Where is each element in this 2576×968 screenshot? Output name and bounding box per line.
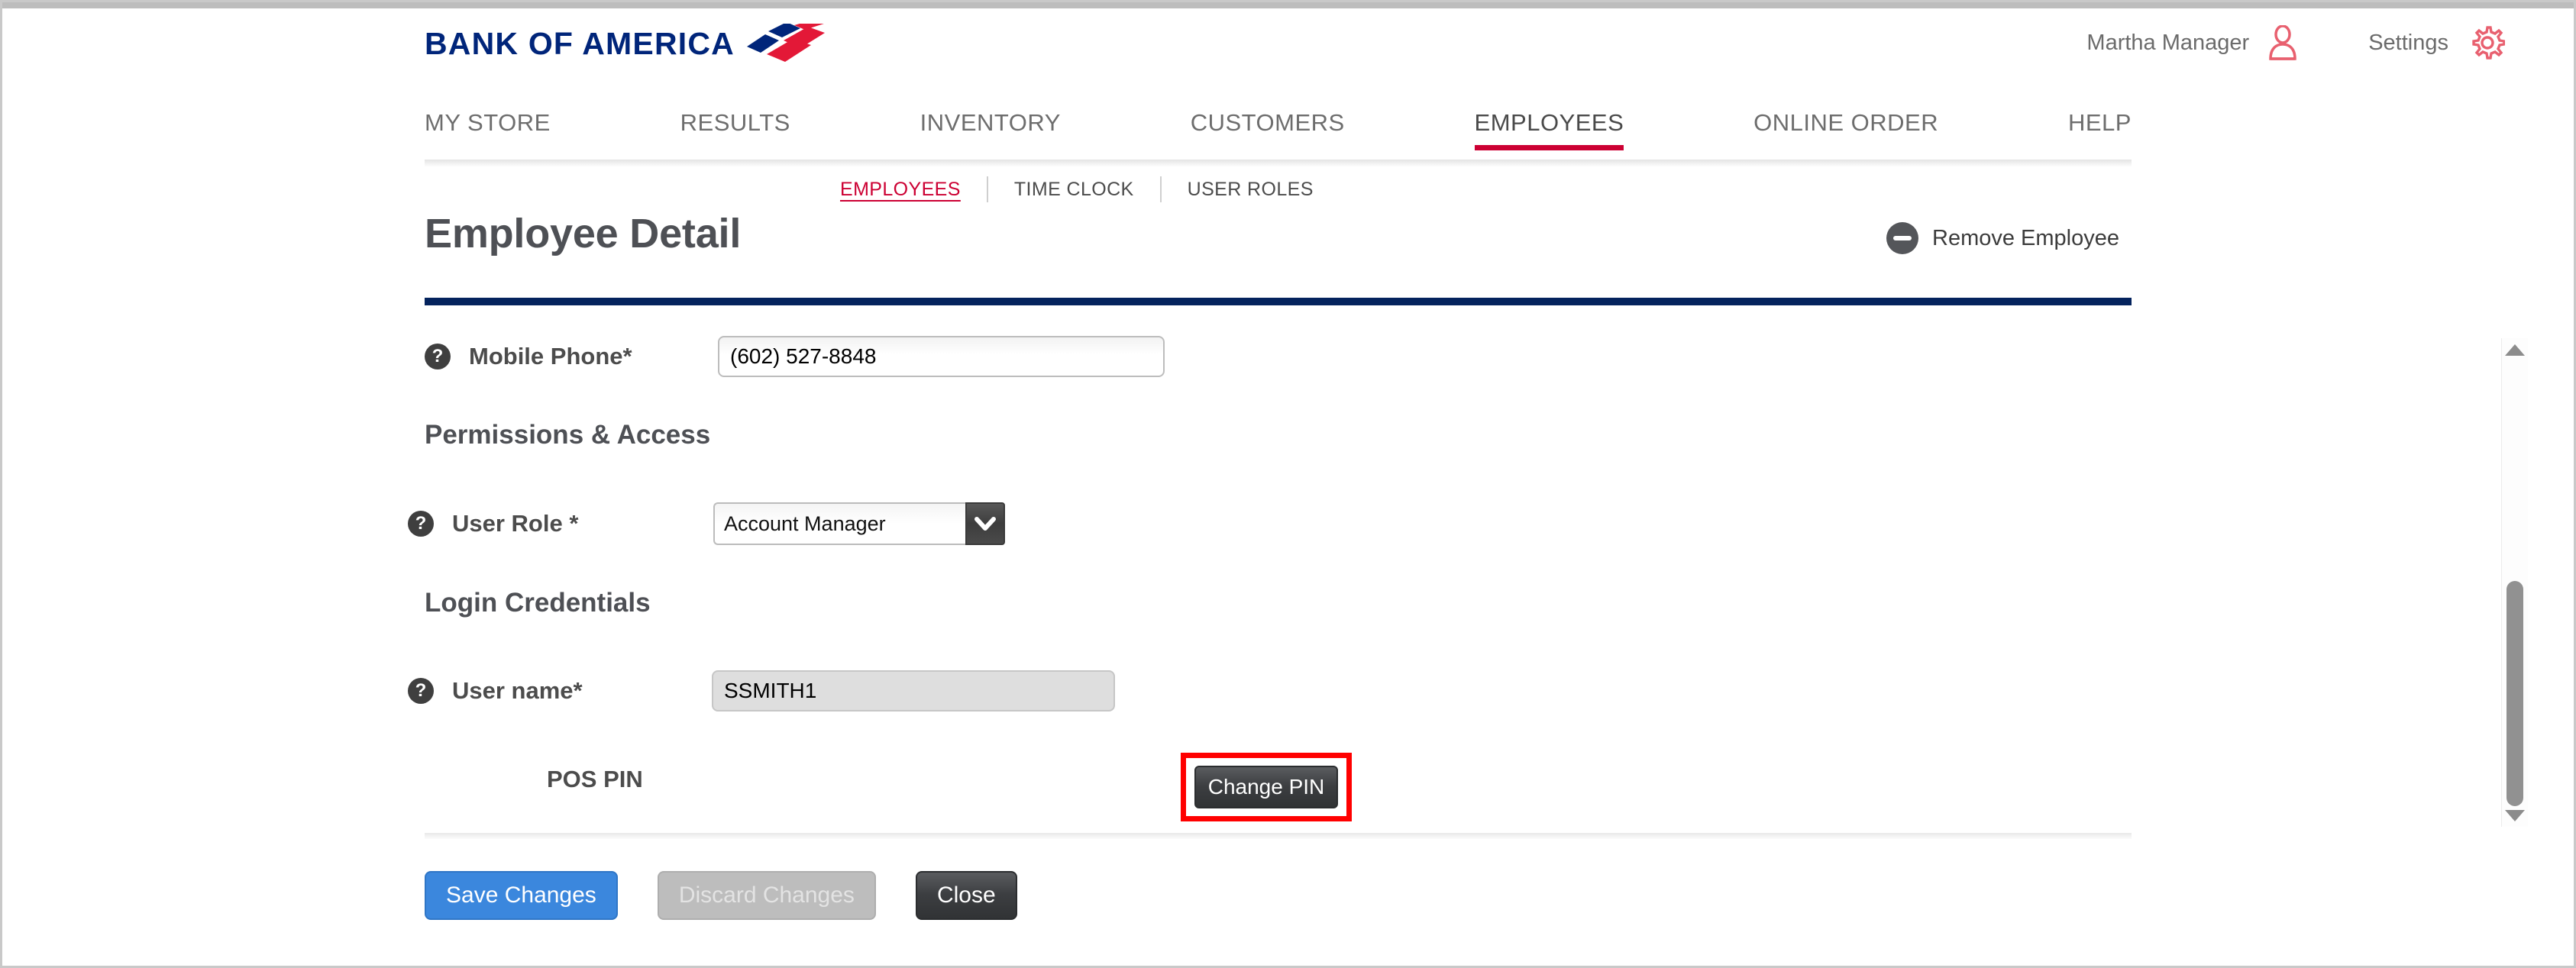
subnav-item-user-roles[interactable]: USER ROLES bbox=[1162, 179, 1340, 201]
field-row-pos-pin: POS PIN bbox=[425, 766, 799, 793]
field-row-mobile-phone: ? Mobile Phone* bbox=[425, 336, 1165, 377]
user-name-input[interactable] bbox=[712, 670, 1115, 711]
sub-navigation: EMPLOYEES TIME CLOCK USER ROLES bbox=[814, 176, 1340, 202]
app-window: BANK OF AMERICA Martha Manager Settings … bbox=[0, 0, 2576, 968]
settings-menu[interactable]: Settings bbox=[2368, 25, 2505, 60]
nav-item-customers[interactable]: CUSTOMERS bbox=[1191, 109, 1345, 150]
page-title: Employee Detail bbox=[425, 211, 742, 257]
pos-pin-label: POS PIN bbox=[547, 766, 643, 792]
window-top-edge bbox=[2, 2, 2574, 8]
title-divider bbox=[425, 298, 2132, 305]
nav-shadow-divider bbox=[425, 160, 2132, 167]
nav-item-my-store[interactable]: MY STORE bbox=[425, 109, 551, 150]
remove-employee-button[interactable]: Remove Employee bbox=[1886, 222, 2119, 254]
nav-item-inventory[interactable]: INVENTORY bbox=[920, 109, 1061, 150]
permissions-section-heading: Permissions & Access bbox=[425, 420, 711, 450]
nav-item-results[interactable]: RESULTS bbox=[680, 109, 790, 150]
subnav-item-time-clock[interactable]: TIME CLOCK bbox=[988, 179, 1160, 201]
form-actions: Save Changes Discard Changes Close bbox=[425, 871, 1017, 920]
minus-circle-icon bbox=[1886, 222, 1918, 254]
bank-of-america-flag-icon bbox=[745, 24, 828, 63]
field-row-user-role: ? User Role * Account Manager bbox=[408, 502, 1005, 545]
page-title-row: Employee Detail Remove Employee bbox=[425, 210, 2132, 280]
user-menu[interactable]: Martha Manager bbox=[2086, 25, 2300, 60]
form-scrollbar[interactable] bbox=[2501, 338, 2528, 827]
login-section-heading: Login Credentials bbox=[425, 588, 651, 618]
save-changes-button[interactable]: Save Changes bbox=[425, 871, 618, 920]
chevron-down-icon[interactable] bbox=[965, 502, 1005, 545]
user-name-label: Martha Manager bbox=[2086, 30, 2250, 55]
user-role-selected-value: Account Manager bbox=[713, 502, 965, 545]
settings-label: Settings bbox=[2368, 30, 2448, 55]
help-icon[interactable]: ? bbox=[408, 678, 434, 704]
scroll-up-arrow-icon[interactable] bbox=[2502, 338, 2528, 361]
scroll-up-triangle bbox=[2505, 344, 2525, 356]
discard-changes-button: Discard Changes bbox=[657, 871, 876, 920]
footer-divider bbox=[425, 833, 2132, 839]
nav-item-online-order[interactable]: ONLINE ORDER bbox=[1753, 109, 1938, 150]
user-role-label: User Role * bbox=[452, 510, 579, 537]
gear-icon[interactable] bbox=[2465, 25, 2505, 60]
main-navigation: MY STORE RESULTS INVENTORY CUSTOMERS EMP… bbox=[425, 109, 2132, 163]
user-name-label: User name* bbox=[452, 677, 583, 704]
logo-wordmark: BANK OF AMERICA bbox=[425, 25, 735, 61]
nav-item-help[interactable]: HELP bbox=[2068, 109, 2132, 150]
header-user-area: Martha Manager Settings bbox=[2086, 25, 2505, 60]
nav-item-employees[interactable]: EMPLOYEES bbox=[1474, 109, 1624, 150]
remove-employee-label: Remove Employee bbox=[1932, 225, 2119, 250]
user-role-select[interactable]: Account Manager bbox=[713, 502, 1005, 545]
scrollbar-thumb[interactable] bbox=[2507, 581, 2523, 806]
scroll-down-triangle bbox=[2505, 809, 2525, 821]
bank-of-america-logo[interactable]: BANK OF AMERICA bbox=[425, 24, 828, 63]
employee-detail-form: ? Mobile Phone* Permissions & Access ? U… bbox=[408, 319, 2132, 827]
subnav-item-employees[interactable]: EMPLOYEES bbox=[814, 179, 987, 201]
mobile-phone-label: Mobile Phone* bbox=[469, 343, 632, 369]
mobile-phone-input[interactable] bbox=[718, 336, 1165, 377]
page-header: BANK OF AMERICA Martha Manager Settings bbox=[2, 8, 2574, 94]
person-icon[interactable] bbox=[2266, 25, 2300, 60]
help-icon[interactable]: ? bbox=[425, 344, 451, 369]
help-icon[interactable]: ? bbox=[408, 511, 434, 537]
change-pin-button[interactable]: Change PIN bbox=[1194, 766, 1338, 808]
field-row-user-name: ? User name* bbox=[408, 670, 1115, 711]
close-button[interactable]: Close bbox=[915, 871, 1017, 920]
scroll-down-arrow-icon[interactable] bbox=[2502, 804, 2528, 827]
